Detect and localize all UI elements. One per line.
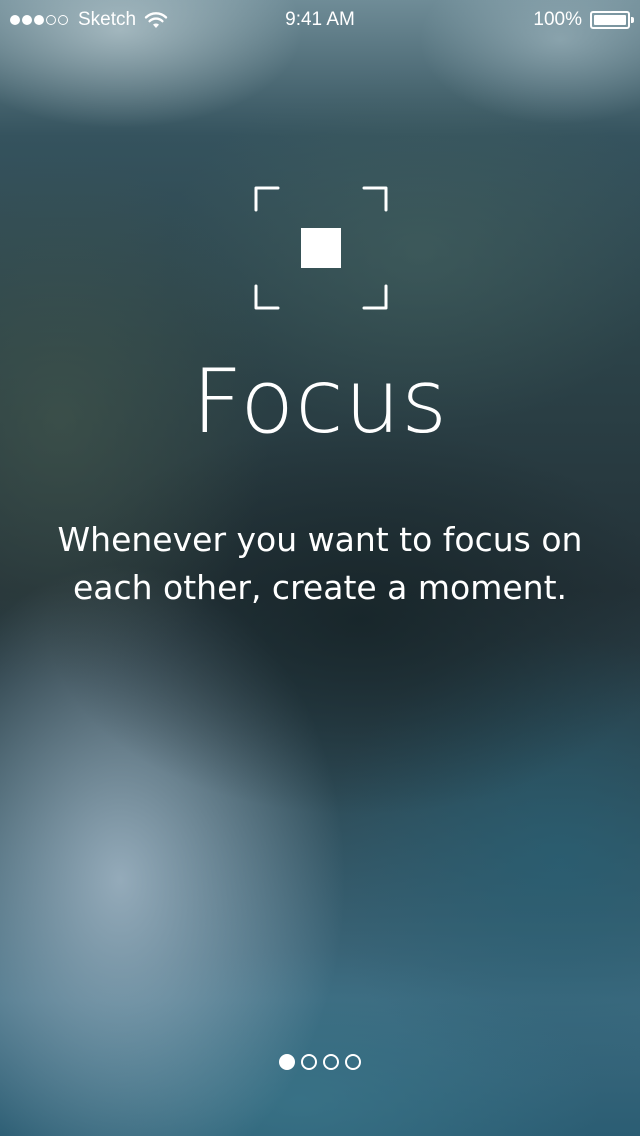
battery-icon <box>590 11 634 29</box>
page-dot-1[interactable] <box>279 1054 295 1070</box>
focus-frame-icon <box>254 186 388 310</box>
page-dot-2[interactable] <box>301 1054 317 1070</box>
status-right: 100% <box>533 0 634 40</box>
page-dot-3[interactable] <box>323 1054 339 1070</box>
onboarding-description: Whenever you want to focus on each other… <box>57 520 583 607</box>
battery-percentage: 100% <box>533 9 582 30</box>
battery-fill <box>594 15 626 25</box>
battery-nub <box>631 17 634 23</box>
page-indicator[interactable] <box>0 1054 640 1070</box>
page-dot-4[interactable] <box>345 1054 361 1070</box>
onboarding-screen: Sketch 9:41 AM 100% Focus Whenever you w… <box>0 0 640 1136</box>
onboarding-title: Focus <box>191 350 449 453</box>
status-bar: Sketch 9:41 AM 100% <box>0 0 640 40</box>
